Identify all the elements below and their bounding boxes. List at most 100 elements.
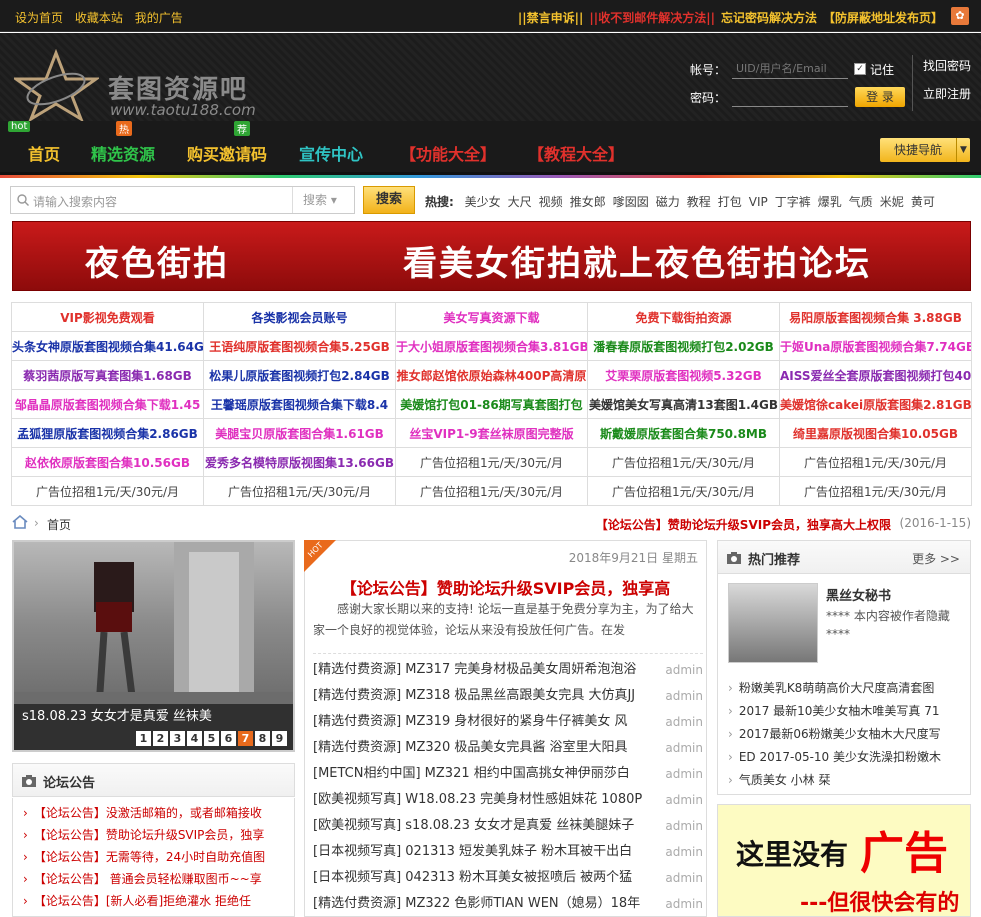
hot-search-word[interactable]: 气质	[849, 195, 873, 209]
resource-link-cell[interactable]: 绮里嘉原版视图合集10.05GB	[779, 418, 972, 448]
resource-link-cell[interactable]: 松果儿原版套图视频打包2.84GB	[203, 360, 396, 390]
hot-search-word[interactable]: 黄可	[911, 195, 935, 209]
thread-title[interactable]: [日本视频写真] 042313 粉木耳美女被抠喷后 被两个猛	[313, 865, 658, 891]
resource-link-cell[interactable]: 艾栗栗原版套图视频5.32GB	[587, 360, 780, 390]
resource-link-cell[interactable]: 头条女神原版套图视频合集41.64G	[11, 331, 204, 361]
thread-author[interactable]: admin	[665, 865, 703, 891]
search-button[interactable]: 搜索	[363, 186, 415, 214]
slideshow-page-button[interactable]: 8	[255, 731, 270, 746]
my-ads-link[interactable]: 我的广告	[135, 11, 183, 25]
slideshow-page-button[interactable]: 4	[187, 731, 202, 746]
breadcrumb-current[interactable]: 首页	[47, 516, 71, 533]
nav-item[interactable]: 【教程大全】	[528, 141, 624, 165]
resource-link-cell[interactable]: 广告位招租1元/天/30元/月	[779, 476, 972, 506]
hot-search-word[interactable]: 视频	[539, 195, 563, 209]
top-right-link[interactable]: ||收不到邮件解决方法||	[589, 11, 715, 25]
forum-notice-item[interactable]: 【论坛公告】赞助论坛升级SVIP会员，独享	[23, 824, 294, 846]
thread-title[interactable]: [日本视频写真] 021313 短发美乳妹子 粉木耳被干出白	[313, 839, 658, 865]
thread-author[interactable]: admin	[665, 735, 703, 761]
thread-author[interactable]: admin	[665, 657, 703, 683]
resource-link-cell[interactable]: 易阳原版套图视频合集 3.88GB	[779, 302, 972, 332]
thread-title[interactable]: [精选付费资源] MZ322 色影师TIAN WEN（媳易）18年	[313, 891, 658, 917]
corner-gift-icon[interactable]: ✿	[951, 7, 969, 25]
thread-author[interactable]: admin	[665, 709, 703, 735]
hot-recommend-item[interactable]: 2017 最新10美少女柚木唯美写真 71	[728, 700, 966, 723]
resource-link-cell[interactable]: 广告位招租1元/天/30元/月	[203, 476, 396, 506]
resource-link-cell[interactable]: 于大小姐原版套图视频合集3.81GB	[395, 331, 588, 361]
quick-nav-button[interactable]: 快捷导航 ▼	[880, 138, 970, 162]
hot-search-word[interactable]: 教程	[687, 195, 711, 209]
slideshow-page-button[interactable]: 5	[204, 731, 219, 746]
resource-link-cell[interactable]: 广告位招租1元/天/30元/月	[587, 447, 780, 477]
hot-search-word[interactable]: 美少女	[465, 195, 501, 209]
resource-link-cell[interactable]: 广告位招租1元/天/30元/月	[587, 476, 780, 506]
nav-item[interactable]: 【功能大全】	[400, 141, 496, 165]
thread-author[interactable]: admin	[665, 891, 703, 917]
promo-banner[interactable]: 夜色街拍 看美女街拍就上夜色街拍论坛	[12, 221, 971, 291]
forum-notice-item[interactable]: 【论坛公告】[新人必看]拒绝灌水 拒绝任	[23, 890, 294, 912]
slideshow-caption[interactable]: s18.08.23 女女才是真爱 丝袜美	[22, 705, 212, 724]
resource-link-cell[interactable]: 美媛馆徐cakei原版套图集2.81GB	[779, 389, 972, 419]
forum-notice-item[interactable]: 【论坛公告】 普通会员轻松赚取图币~~享	[23, 868, 294, 890]
resource-link-cell[interactable]: 丝宝VIP1-9套丝袜原图完整版	[395, 418, 588, 448]
hot-recommend-item[interactable]: 2017最新06粉嫩美少女柚木大尺度写	[728, 723, 966, 746]
thread-title[interactable]: [精选付费资源] MZ317 完美身材极品美女周妍希泡泡浴	[313, 657, 658, 683]
hot-search-word[interactable]: 丁字裤	[775, 195, 811, 209]
hot-recommend-item[interactable]: 粉嫩美乳K8萌萌高价大尺度高清套图	[728, 677, 966, 700]
ad-box[interactable]: 这里没有 广告 ---但很快会有的	[717, 804, 971, 917]
resource-link-cell[interactable]: AISS爱丝全套原版套图视频打包40	[779, 360, 972, 390]
resource-link-cell[interactable]: 广告位招租1元/天/30元/月	[395, 476, 588, 506]
thread-title[interactable]: [精选付费资源] MZ320 极品美女完具酱 浴室里大阳具	[313, 735, 658, 761]
forum-notice-item[interactable]: 【论坛公告】没激活邮箱的，或者邮箱接收	[23, 802, 294, 824]
resource-link-cell[interactable]: 王语纯原版套图视频合集5.25GB	[203, 331, 396, 361]
hot-recommend-item[interactable]: 气质美女 小林 栞	[728, 769, 966, 792]
nav-item[interactable]: 购买邀请码	[187, 141, 267, 165]
forum-notice-item[interactable]: 【论坛公告】无需等待，24小时自助充值图	[23, 846, 294, 868]
nav-item[interactable]: 首页	[28, 141, 60, 165]
resource-link-cell[interactable]: 广告位招租1元/天/30元/月	[11, 476, 204, 506]
thread-title[interactable]: [METCN相约中国] MZ321 相约中国高挑女神伊丽莎白	[313, 761, 658, 787]
thread-author[interactable]: admin	[665, 683, 703, 709]
resource-link-cell[interactable]: 广告位招租1元/天/30元/月	[395, 447, 588, 477]
thread-author[interactable]: admin	[665, 761, 703, 787]
resource-link-cell[interactable]: 蔡羽茜原版写真套图集1.68GB	[11, 360, 204, 390]
resource-link-cell[interactable]: 斯戴媛原版套图合集750.8MB	[587, 418, 780, 448]
center-title[interactable]: 【论坛公告】赞助论坛升级SVIP会员，独享高	[305, 575, 706, 599]
slideshow-page-button[interactable]: 6	[221, 731, 236, 746]
thread-author[interactable]: admin	[665, 787, 703, 813]
resource-link-cell[interactable]: 王馨瑶原版套图视频合集下载8.4	[203, 389, 396, 419]
top-right-link[interactable]: 忘记密码解决方法	[721, 11, 817, 25]
register-link[interactable]: 立即注册	[923, 83, 971, 111]
search-type-select[interactable]: 搜索 ▾	[292, 187, 354, 213]
hot-search-word[interactable]: 推女郎	[570, 195, 606, 209]
thread-title[interactable]: [精选付费资源] MZ318 极品黑丝高跟美女完具 大仿真JJ	[313, 683, 658, 709]
hot-search-word[interactable]: 大尺	[508, 195, 532, 209]
thread-title[interactable]: [欧美视频写真] W18.08.23 完美身材性感姐妹花 1080P	[313, 787, 658, 813]
resource-link-cell[interactable]: 广告位招租1元/天/30元/月	[779, 447, 972, 477]
top-right-link[interactable]: 【防屏蔽地址发布页】	[823, 11, 943, 25]
hot-search-word[interactable]: 磁力	[656, 195, 680, 209]
hot-search-word[interactable]: 爆乳	[818, 195, 842, 209]
thread-author[interactable]: admin	[665, 813, 703, 839]
hot-search-word[interactable]: VIP	[749, 195, 768, 209]
resource-link-cell[interactable]: 美腿宝贝原版套图合集1.61GB	[203, 418, 396, 448]
set-homepage-link[interactable]: 设为首页	[15, 11, 63, 25]
password-input[interactable]	[732, 87, 848, 107]
resource-link-cell[interactable]: 各类影视会员账号	[203, 302, 396, 332]
home-icon[interactable]	[12, 515, 28, 529]
account-input[interactable]: UID/用户名/Email	[732, 59, 848, 79]
hot-search-word[interactable]: 打包	[718, 195, 742, 209]
slideshow-page-button[interactable]: 2	[153, 731, 168, 746]
resource-link-cell[interactable]: 美女写真资源下载	[395, 302, 588, 332]
bookmark-link[interactable]: 收藏本站	[75, 11, 123, 25]
nav-item[interactable]: 宣传中心	[299, 141, 363, 165]
search-input[interactable]: 请输入搜索内容	[33, 193, 117, 210]
slideshow[interactable]: s18.08.23 女女才是真爱 丝袜美 123456789	[12, 540, 295, 752]
resource-link-cell[interactable]: 爱秀多名模特原版视图集13.66GB	[203, 447, 396, 477]
feature-title[interactable]: 黑丝女秘书	[826, 585, 891, 604]
thread-author[interactable]: admin	[665, 839, 703, 865]
resource-link-cell[interactable]: 美媛馆打包01-86期写真套图打包	[395, 389, 588, 419]
breadcrumb-notice[interactable]: 【论坛公告】赞助论坛升级SVIP会员，独享高大上权限	[596, 516, 891, 533]
resource-link-cell[interactable]: 潘春春原版套图视频打包2.02GB	[587, 331, 780, 361]
nav-item[interactable]: 精选资源	[91, 141, 155, 165]
